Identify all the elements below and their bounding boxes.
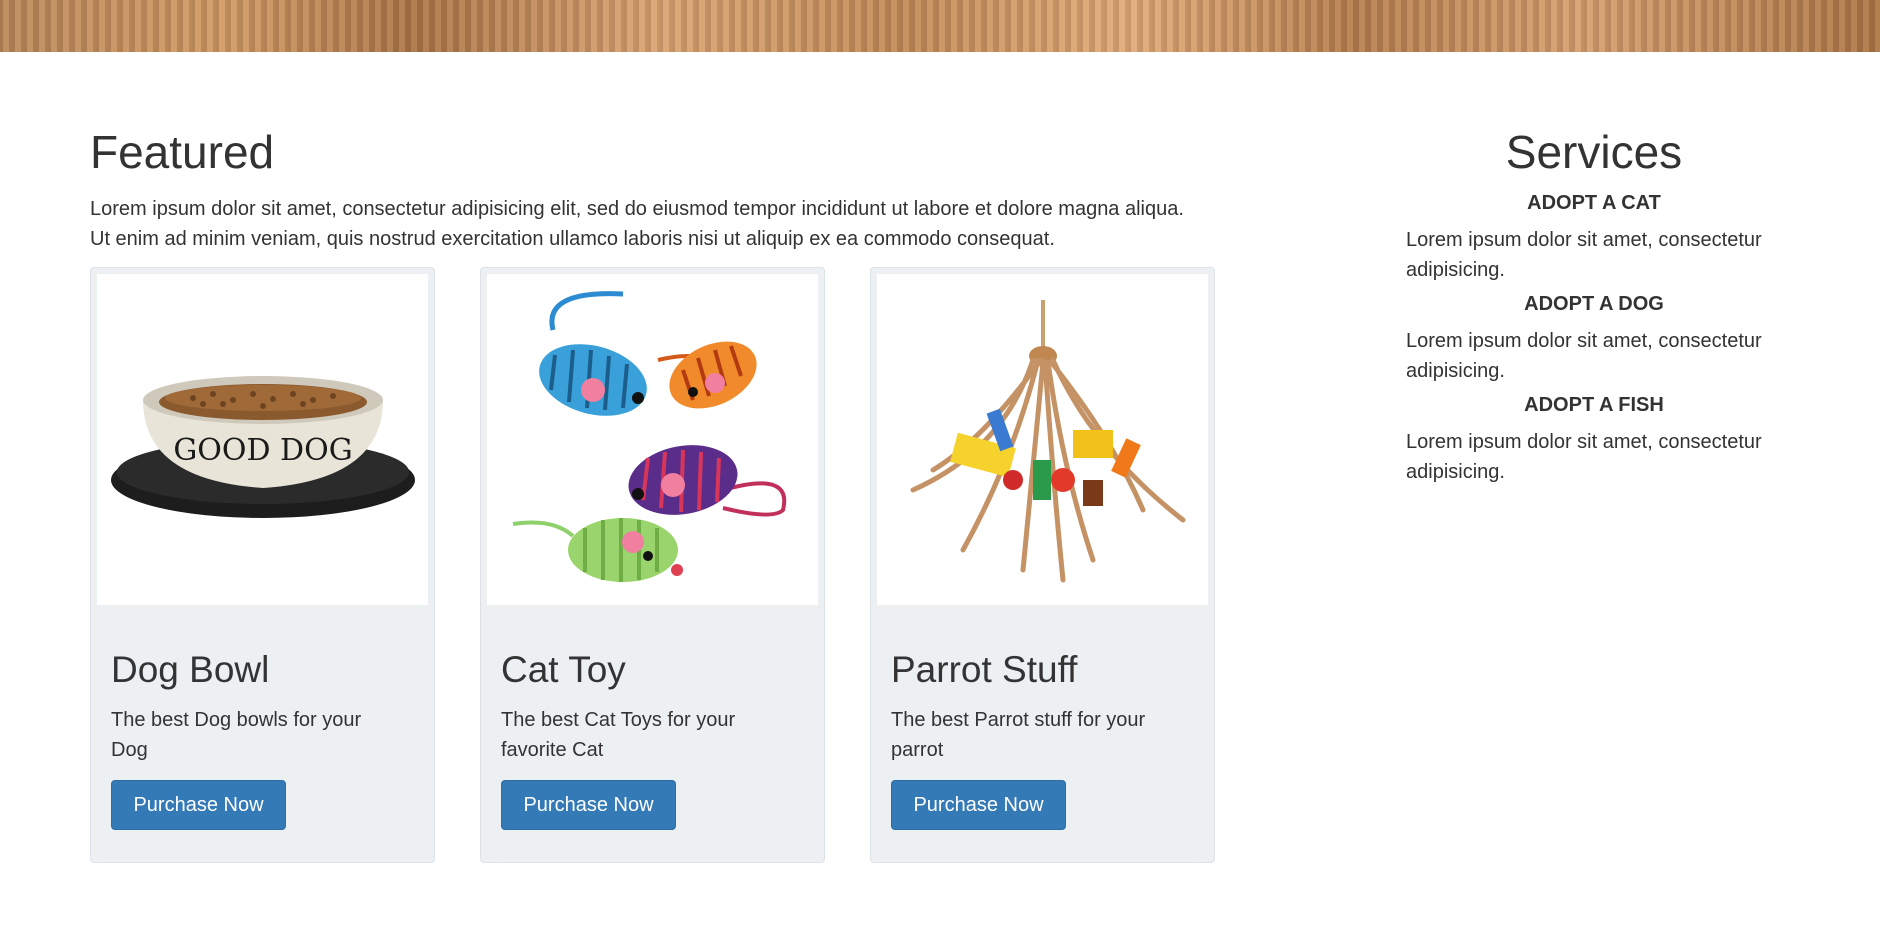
purchase-now-button[interactable]: Purchase Now bbox=[111, 780, 286, 830]
product-description: The best Cat Toys for your favorite Cat bbox=[501, 709, 736, 761]
service-heading-adopt-fish: ADOPT A FISH bbox=[1524, 394, 1664, 416]
hero-banner-image bbox=[0, 0, 1880, 52]
bowl-label: GOOD DOG bbox=[173, 433, 352, 468]
product-card-parrot-stuff: Parrot Stuff The best Parrot stuff for y… bbox=[870, 267, 1215, 863]
service-heading-adopt-dog: ADOPT A DOG bbox=[1524, 293, 1664, 315]
product-title: Dog Bowl bbox=[111, 649, 270, 690]
featured-title: Featured bbox=[90, 126, 275, 178]
service-description: Lorem ipsum dolor sit amet, consectetur … bbox=[1406, 431, 1762, 483]
purchase-now-button[interactable]: Purchase Now bbox=[501, 780, 676, 830]
product-cards: GOOD DOG Dog Bowl The best Dog bowls for… bbox=[90, 267, 1215, 863]
product-title: Cat Toy bbox=[501, 649, 626, 690]
service-heading-adopt-cat: ADOPT A CAT bbox=[1527, 192, 1661, 214]
product-description: The best Dog bowls for your Dog bbox=[111, 709, 362, 761]
featured-description: Lorem ipsum dolor sit amet, consectetur … bbox=[90, 198, 1184, 250]
product-title: Parrot Stuff bbox=[891, 649, 1078, 690]
dog-bowl-image: GOOD DOG bbox=[97, 274, 428, 605]
purchase-now-button[interactable]: Purchase Now bbox=[891, 780, 1066, 830]
featured-section: Featured Lorem ipsum dolor sit amet, con… bbox=[90, 120, 1230, 254]
product-card-dog-bowl: GOOD DOG Dog Bowl The best Dog bowls for… bbox=[90, 267, 435, 863]
services-title: Services bbox=[1505, 126, 1683, 178]
services-section: Services ADOPT A CAT Lorem ipsum dolor s… bbox=[1406, 120, 1798, 493]
service-description: Lorem ipsum dolor sit amet, consectetur … bbox=[1406, 330, 1762, 382]
service-description: Lorem ipsum dolor sit amet, consectetur … bbox=[1406, 229, 1762, 281]
cat-toy-image bbox=[487, 274, 818, 605]
parrot-toy-image bbox=[877, 274, 1208, 605]
product-card-cat-toy: Cat Toy The best Cat Toys for your favor… bbox=[480, 267, 825, 863]
product-description: The best Parrot stuff for your parrot bbox=[891, 709, 1146, 761]
